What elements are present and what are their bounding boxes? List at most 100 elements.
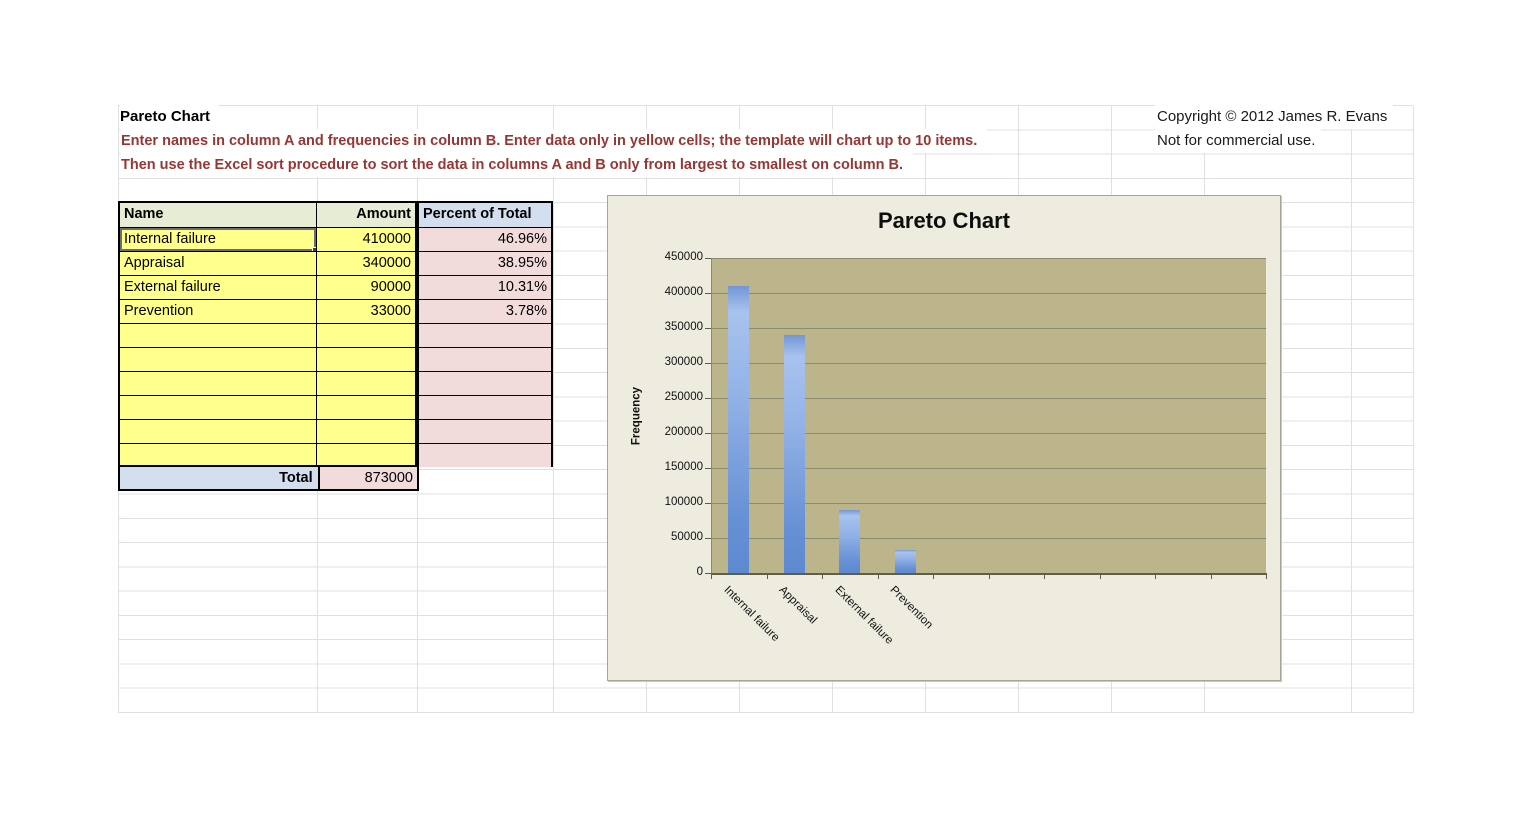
table-row: 46.96% (419, 227, 551, 251)
cell-percent: 10.31% (419, 275, 551, 299)
cell-amount[interactable]: 90000 (316, 275, 415, 299)
table-row (120, 395, 415, 419)
instruction-line-1: Enter names in column A and frequencies … (121, 129, 988, 153)
cell-name[interactable] (120, 443, 317, 467)
cell-amount[interactable] (316, 419, 415, 443)
y-axis-tick-label: 100000 (664, 496, 703, 508)
table-total-row: Total 873000 (118, 465, 419, 491)
table-row: External failure 90000 (120, 275, 415, 299)
cell-name[interactable] (120, 419, 317, 443)
x-axis-tick (933, 574, 934, 579)
cell-amount[interactable] (316, 395, 415, 419)
cell-percent (419, 395, 551, 419)
y-axis-tick-label: 450000 (664, 251, 703, 263)
cell-amount[interactable]: 340000 (316, 251, 415, 275)
table-row: 38.95% (419, 251, 551, 275)
cell-amount[interactable] (316, 443, 415, 467)
header-percent-of-total: Percent of Total (419, 203, 551, 227)
x-axis-tick (988, 574, 990, 579)
table-percent-block: Percent of Total 46.96% 38.95% 10.31% 3.78% (417, 201, 553, 467)
chart-bar[interactable] (783, 335, 805, 573)
chart-bar[interactable] (839, 510, 861, 573)
x-axis-tick (1155, 574, 1156, 579)
table-row (120, 323, 415, 347)
total-label: Total (120, 467, 318, 489)
table-row (419, 419, 551, 443)
copyright-line: Copyright © 2012 James R. Evans (1155, 105, 1394, 129)
table-name-amount-block: Name Amount Internal failure 410000 Apprai… (118, 201, 417, 467)
cell-amount[interactable]: 33000 (316, 299, 415, 323)
header-name: Name (120, 203, 317, 227)
spreadsheet-canvas: Pareto Chart Enter names in column A and… (0, 0, 1536, 820)
pareto-chart[interactable]: Pareto Chart Frequency 450000 400000 35000… (607, 195, 1281, 681)
total-value-cell[interactable]: 873000 (317, 467, 417, 489)
y-axis-tick-label: 250000 (664, 391, 703, 403)
cell-percent: 38.95% (419, 251, 551, 275)
plot-gridline (711, 328, 1266, 329)
plot-gridline (711, 293, 1266, 294)
cell-name[interactable]: Prevention (120, 299, 317, 323)
table-row (419, 323, 551, 347)
cell-percent (419, 443, 551, 467)
y-axis-tick-label: 0 (696, 566, 703, 578)
cell-name[interactable]: Appraisal (120, 251, 317, 275)
cell-name[interactable]: External failure (120, 275, 317, 299)
y-axis-tick-label: 350000 (664, 321, 703, 333)
cell-name[interactable] (120, 395, 317, 419)
x-axis-category-label: External failure (832, 584, 895, 647)
cell-percent: 3.78% (419, 299, 551, 323)
x-axis-category-label: Appraisal (776, 584, 820, 627)
y-axis-tick-label: 300000 (664, 356, 703, 368)
chart-bar[interactable] (894, 549, 916, 573)
cell-percent (419, 419, 551, 443)
x-axis-category-label: Internal failure (721, 584, 782, 645)
cell-amount[interactable] (316, 323, 415, 347)
header-amount: Amount (316, 203, 415, 227)
y-axis-tick-label: 400000 (664, 286, 703, 298)
table-row (419, 371, 551, 395)
x-axis-tick (1210, 574, 1212, 579)
instruction-line-2: Then use the Excel sort procedure to sor… (121, 153, 914, 177)
sheet-title: Pareto Chart (120, 105, 219, 129)
cell-percent: 46.96% (419, 227, 551, 251)
chart-title: Pareto Chart (877, 208, 1011, 233)
y-axis-tick-label: 150000 (664, 461, 703, 473)
table-row: Internal failure 410000 (120, 227, 415, 251)
sheet-column-gridline (553, 106, 554, 713)
cell-amount[interactable] (316, 347, 415, 371)
table-row: Prevention 33000 (120, 299, 415, 323)
table-row (120, 347, 415, 371)
x-axis-tick (1044, 574, 1045, 579)
table-header-row: Name Amount (120, 203, 415, 227)
cell-name[interactable] (120, 323, 317, 347)
y-axis-tick-label: 50000 (671, 531, 703, 543)
table-row: 3.78% (419, 299, 551, 323)
x-axis-tick (1099, 574, 1101, 579)
cell-name-selected[interactable]: Internal failure (120, 227, 317, 251)
y-axis-line (711, 258, 712, 573)
x-axis-tick (1266, 574, 1267, 579)
table-row (419, 443, 551, 467)
cell-amount[interactable] (316, 371, 415, 395)
y-axis-title: Frequency (630, 386, 642, 445)
sheet-column-gridline (1413, 106, 1414, 713)
cell-percent (419, 371, 551, 395)
cell-percent (419, 347, 551, 371)
cell-percent (419, 323, 551, 347)
chart-bar[interactable] (728, 286, 750, 573)
x-axis-tick (711, 574, 712, 579)
table-row (120, 371, 415, 395)
cell-name[interactable] (120, 347, 317, 371)
table-row (419, 395, 551, 419)
x-axis-tick (877, 574, 879, 579)
copyright-usage-line: Not for commercial use. (1155, 129, 1322, 153)
plot-gridline (711, 258, 1266, 259)
table-row: 10.31% (419, 275, 551, 299)
table-row (419, 347, 551, 371)
table-header-row: Percent of Total (419, 203, 551, 227)
cell-name[interactable] (120, 371, 317, 395)
cell-amount[interactable]: 410000 (316, 227, 415, 251)
table-row (120, 419, 415, 443)
x-axis-category-label: Prevention (887, 584, 936, 632)
table-row (120, 443, 415, 467)
